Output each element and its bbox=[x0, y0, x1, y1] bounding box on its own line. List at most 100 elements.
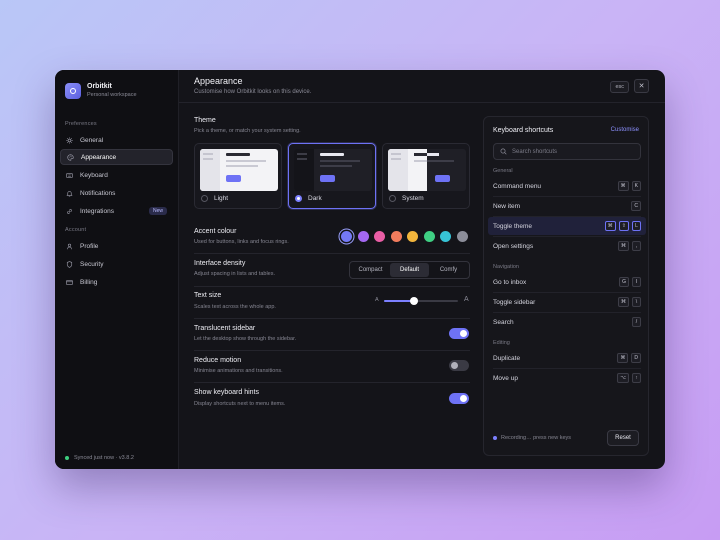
shortcut-row[interactable]: Toggle theme ⌘ ⇧ L bbox=[488, 217, 646, 235]
accent-swatch[interactable] bbox=[423, 231, 435, 242]
density-option-compact[interactable]: Compact bbox=[351, 263, 390, 277]
keycap: ⌘ bbox=[617, 181, 629, 191]
sidebar-item-label: Notifications bbox=[80, 189, 116, 197]
sidebar-item-billing[interactable]: Billing bbox=[60, 274, 173, 290]
shortcut-row[interactable]: Duplicate ⌘ D bbox=[488, 349, 646, 367]
shortcut-label: Toggle sidebar bbox=[493, 298, 536, 306]
sidebar: Orbitkit Personal workspace Preferences … bbox=[55, 70, 179, 469]
theme-preview-system bbox=[388, 149, 466, 191]
theme-label: Theme bbox=[194, 117, 216, 124]
shortcut-row[interactable]: Command menu ⌘ K bbox=[488, 177, 646, 195]
sync-status-text: Synced just now · v3.8.2 bbox=[74, 455, 134, 461]
theme-preview-dark bbox=[294, 149, 372, 191]
shortcut-row[interactable]: Toggle sidebar ⌘ \ bbox=[488, 293, 646, 311]
theme-preview-light bbox=[200, 149, 278, 191]
theme-card-dark[interactable]: Dark bbox=[288, 143, 376, 209]
shortcut-keys: ⌘ \ bbox=[615, 297, 641, 307]
sidebar-item-security[interactable]: Security bbox=[60, 256, 173, 272]
search-placeholder: Search shortcuts bbox=[512, 148, 558, 155]
reset-button[interactable]: Reset bbox=[607, 430, 639, 446]
toggle-label-reduce-motion: Reduce motion bbox=[194, 357, 242, 364]
theme-option-label: System bbox=[402, 195, 424, 202]
accent-swatch[interactable] bbox=[390, 231, 402, 242]
density-description: Adjust spacing in lists and tables. bbox=[194, 271, 276, 277]
divider bbox=[194, 253, 470, 254]
radio-light[interactable] bbox=[201, 195, 208, 202]
settings-window: Orbitkit Personal workspace Preferences … bbox=[55, 70, 665, 469]
shortcut-row[interactable]: Move up ⌥ ↑ bbox=[488, 369, 646, 387]
shortcut-row[interactable]: New item C bbox=[488, 197, 646, 215]
sidebar-item-label: Billing bbox=[80, 278, 98, 286]
brand-subtitle: Personal workspace bbox=[87, 92, 137, 98]
accent-label: Accent colour bbox=[194, 228, 237, 235]
shortcut-label: Command menu bbox=[493, 182, 542, 190]
brand-name: Orbitkit bbox=[87, 83, 112, 90]
user-icon bbox=[66, 243, 73, 250]
keycap: / bbox=[632, 317, 641, 327]
accent-swatch[interactable] bbox=[374, 231, 385, 242]
accent-swatch[interactable] bbox=[456, 231, 468, 242]
sidebar-item-keyboard[interactable]: Keyboard bbox=[60, 167, 173, 183]
shortcut-row[interactable]: Open settings ⌘, bbox=[488, 237, 646, 255]
sidebar-item-notifications[interactable]: Notifications bbox=[60, 185, 173, 201]
shortcut-row[interactable]: Go to inbox G I bbox=[488, 273, 646, 291]
search-icon bbox=[500, 148, 507, 155]
sidebar-item-integrations[interactable]: Integrations New bbox=[60, 203, 173, 219]
theme-card-light[interactable]: Light bbox=[194, 143, 282, 209]
toggle-label-show-keyboard-hints: Show keyboard hints bbox=[194, 389, 259, 396]
sidebar-item-label: Security bbox=[80, 260, 104, 268]
radio-system[interactable] bbox=[389, 195, 396, 202]
text-size-slider-thumb[interactable] bbox=[409, 297, 418, 305]
theme-option-label: Light bbox=[214, 195, 229, 202]
keycap: K bbox=[631, 181, 641, 191]
bell-icon bbox=[66, 190, 73, 197]
reduce-motion-toggle[interactable] bbox=[449, 360, 469, 371]
brand: Orbitkit Personal workspace bbox=[65, 82, 137, 99]
keycap: \ bbox=[632, 297, 641, 307]
translucent-sidebar-toggle[interactable] bbox=[449, 328, 469, 339]
sidebar-item-label: Appearance bbox=[81, 153, 117, 161]
settings-content: Theme Pick a theme, or match your system… bbox=[194, 70, 470, 469]
toggle-description: Let the desktop show through the sidebar… bbox=[194, 336, 297, 342]
divider bbox=[194, 382, 470, 383]
radio-dark[interactable] bbox=[295, 195, 302, 202]
divider bbox=[194, 318, 470, 319]
accent-swatch[interactable] bbox=[440, 231, 451, 242]
sidebar-item-general[interactable]: General bbox=[60, 132, 173, 148]
shortcut-label: Toggle theme bbox=[493, 222, 533, 230]
theme-card-system[interactable]: System bbox=[382, 143, 470, 209]
sidebar-item-label: Integrations bbox=[80, 207, 114, 215]
keycap: , bbox=[632, 241, 641, 251]
sidebar-item-label: Profile bbox=[80, 242, 99, 250]
accent-description: Used for buttons, links and focus rings. bbox=[194, 239, 289, 245]
shortcuts-search-input[interactable]: Search shortcuts bbox=[493, 143, 641, 160]
accent-swatch[interactable] bbox=[357, 231, 369, 242]
text-size-slider-track[interactable] bbox=[384, 297, 458, 305]
shortcut-label: Open settings bbox=[493, 242, 534, 250]
shortcut-row[interactable]: Search / bbox=[488, 313, 646, 331]
palette-icon bbox=[67, 153, 74, 161]
accent-swatch[interactable] bbox=[407, 231, 418, 242]
orbit-logo-icon bbox=[65, 82, 81, 99]
keycap: ⌘ bbox=[617, 353, 629, 363]
section-label-account: Account bbox=[65, 227, 87, 233]
density-segmented-control: Compact Default Comfy bbox=[349, 261, 470, 279]
close-button[interactable]: ✕ bbox=[634, 79, 649, 93]
sync-dot-icon bbox=[65, 456, 69, 460]
sidebar-item-appearance[interactable]: Appearance bbox=[60, 149, 173, 165]
customise-link[interactable]: Customise bbox=[611, 127, 639, 133]
keycap: ⌘ bbox=[604, 221, 616, 231]
theme-description: Pick a theme, or match your system setti… bbox=[194, 128, 301, 134]
density-option-default[interactable]: Default bbox=[390, 263, 429, 277]
toggle-description: Minimise animations and transitions. bbox=[194, 368, 283, 374]
new-badge: New bbox=[148, 207, 167, 215]
text-size-label: Text size bbox=[194, 292, 222, 299]
sidebar-item-profile[interactable]: Profile bbox=[60, 238, 173, 254]
toggle-description: Display shortcuts next to menu items. bbox=[194, 401, 286, 407]
recording-text: Recording… press new keys bbox=[501, 435, 572, 441]
close-icon: ✕ bbox=[638, 83, 645, 90]
accent-swatch[interactable] bbox=[341, 231, 352, 242]
show-keyboard-hints-toggle[interactable] bbox=[449, 393, 469, 404]
esc-key-hint[interactable]: esc bbox=[610, 81, 629, 93]
density-option-comfy[interactable]: Comfy bbox=[429, 263, 468, 277]
